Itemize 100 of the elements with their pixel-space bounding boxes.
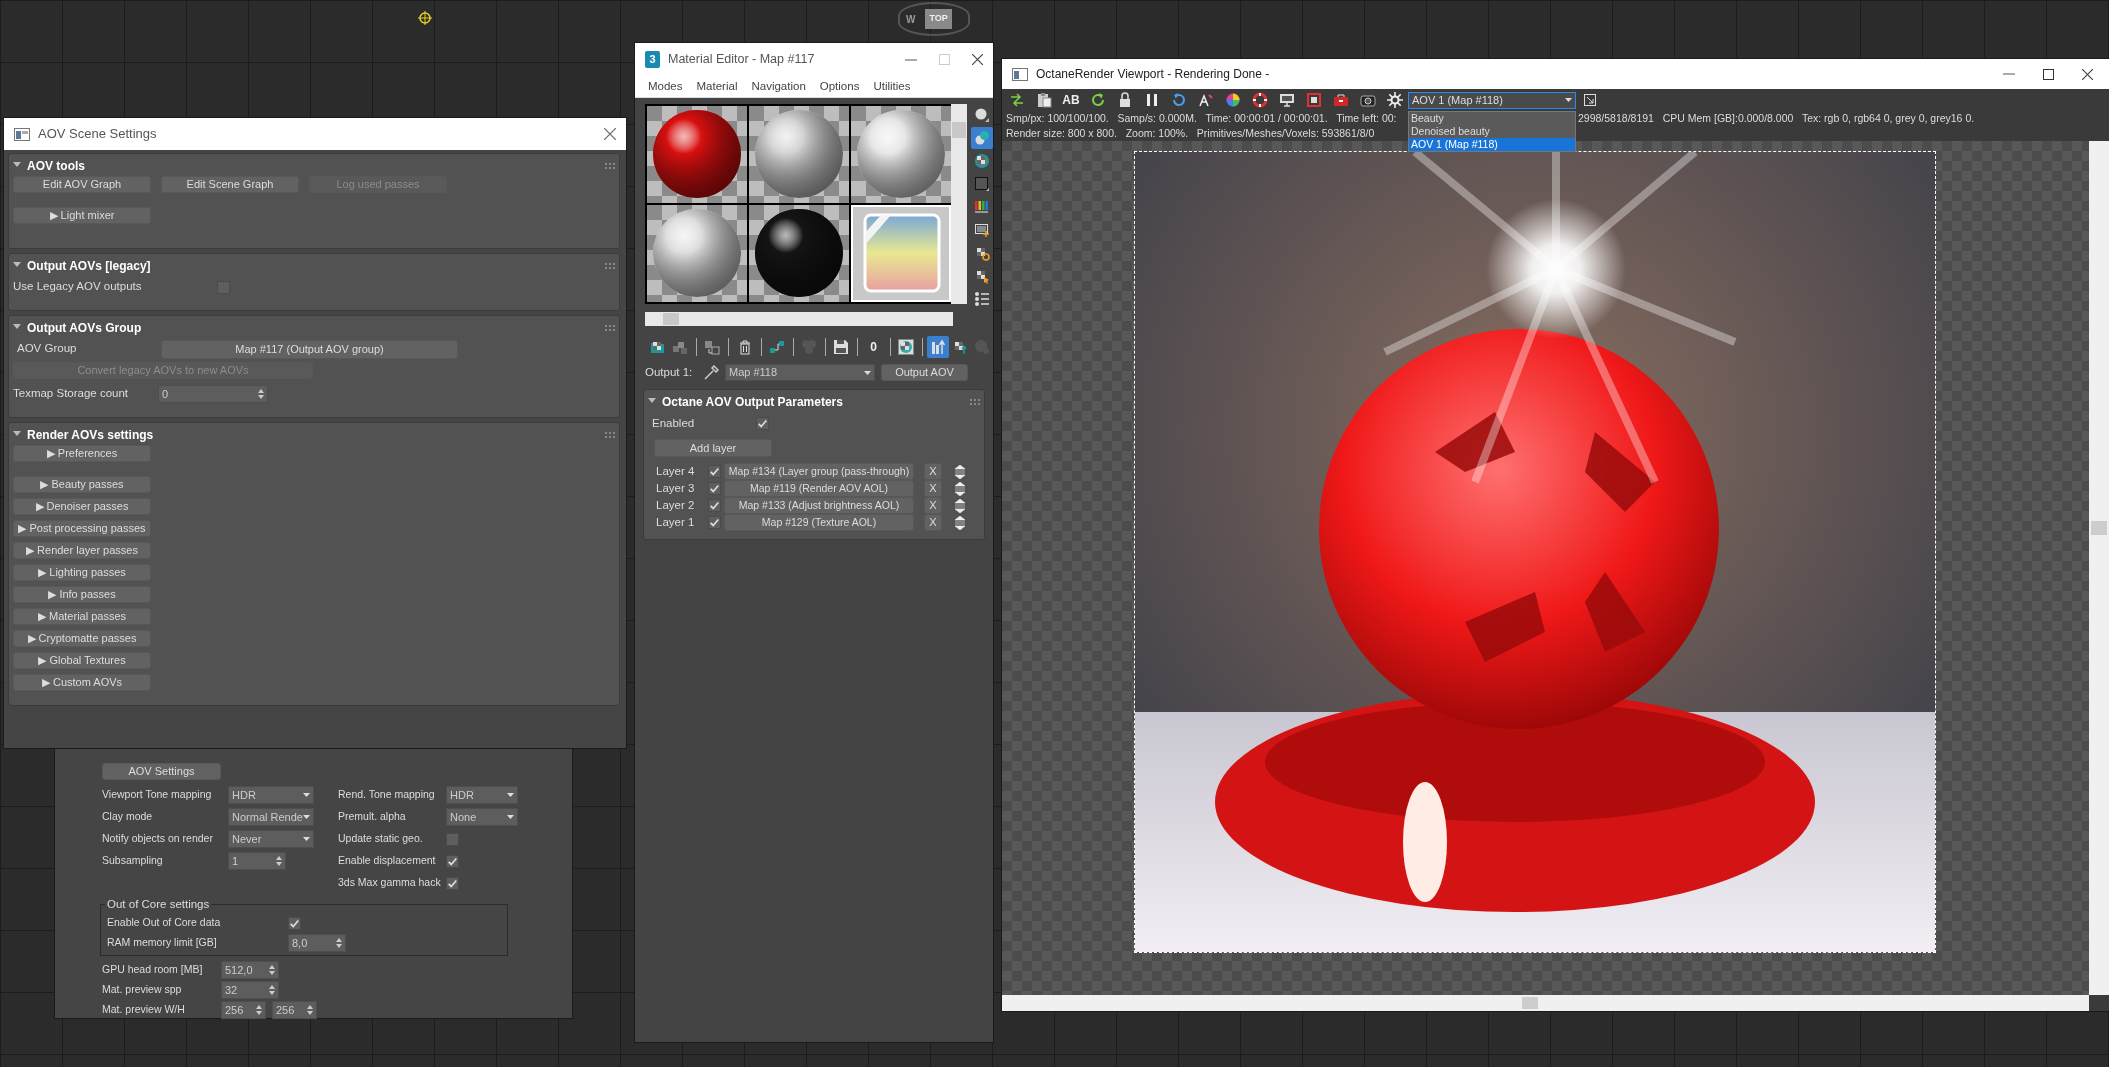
checkbox[interactable] xyxy=(708,482,721,496)
move-arrows-icon[interactable] xyxy=(955,481,965,496)
vertical-scrollbar[interactable] xyxy=(951,104,967,304)
layer-map-button[interactable]: Map #133 (Adjust brightness AOL) xyxy=(724,497,914,515)
layer-map-button[interactable]: Map #134 (Layer group (pass-through) xyxy=(724,463,914,481)
grip-icon[interactable] xyxy=(605,263,615,269)
grip-icon[interactable] xyxy=(605,432,615,438)
spinner-field[interactable]: 8,0 xyxy=(288,934,346,952)
close-icon[interactable] xyxy=(604,128,616,140)
grip-icon[interactable] xyxy=(970,399,980,406)
vertical-scrollbar[interactable] xyxy=(2089,141,2109,995)
button[interactable]: ▶ Render layer passes xyxy=(13,542,151,559)
resize-frame-icon[interactable] xyxy=(1584,94,1596,106)
remove-layer-button[interactable]: X xyxy=(924,497,942,515)
button[interactable]: ▶ Light mixer xyxy=(13,207,151,224)
toolbar-text-button[interactable]: 0 xyxy=(862,336,885,358)
move-arrows-icon[interactable] xyxy=(955,464,965,479)
spinner-field[interactable]: 0 xyxy=(158,385,268,403)
spinner-field[interactable]: 1 xyxy=(228,852,286,870)
maximize-icon[interactable] xyxy=(2043,68,2054,80)
button[interactable]: ▶ Lighting passes xyxy=(13,564,151,581)
menu-item[interactable]: Options xyxy=(812,77,867,96)
button[interactable]: ▶ Material passes xyxy=(13,608,151,625)
button[interactable]: ▶ Cryptomatte passes xyxy=(13,630,151,647)
spinner-field[interactable]: 256 xyxy=(272,1001,317,1019)
remove-layer-button[interactable]: X xyxy=(924,480,942,498)
material-slot[interactable] xyxy=(749,205,849,302)
material-slot[interactable] xyxy=(749,106,849,203)
button[interactable]: ▶ Custom AOVs xyxy=(13,674,151,691)
toolbar-text-button[interactable]: AB xyxy=(1060,89,1082,111)
checkbox[interactable] xyxy=(708,465,721,479)
material-slot[interactable] xyxy=(647,106,747,203)
spinner-arrows-icon[interactable] xyxy=(307,1005,313,1015)
checkbox[interactable] xyxy=(708,516,721,530)
aov-settings-button[interactable]: AOV Settings xyxy=(102,763,221,780)
rollout-title[interactable]: Octane AOV Output Parameters xyxy=(662,393,843,412)
rollout-title[interactable]: Output AOVs [legacy] xyxy=(27,257,151,275)
dropdown-option[interactable]: Beauty xyxy=(1409,112,1575,125)
checkbox[interactable] xyxy=(708,499,721,513)
dropdown[interactable]: None xyxy=(446,808,518,826)
rollout-title[interactable]: Render AOVs settings xyxy=(27,426,154,444)
rollout-title[interactable]: Output AOVs Group xyxy=(27,319,142,337)
button[interactable]: ▶ Global Textures xyxy=(13,652,151,669)
checkbox[interactable] xyxy=(756,416,769,430)
menu-item[interactable]: Navigation xyxy=(744,77,813,96)
checkbox[interactable] xyxy=(446,854,459,868)
spinner-field[interactable]: 256 xyxy=(221,1001,266,1019)
grip-icon[interactable] xyxy=(605,163,615,169)
move-arrows-icon[interactable] xyxy=(955,515,965,530)
spinner-arrows-icon[interactable] xyxy=(269,985,275,995)
dropdown-caret-icon xyxy=(1565,98,1572,102)
remove-layer-button[interactable]: X xyxy=(924,463,942,481)
button[interactable]: Edit Scene Graph xyxy=(161,176,299,193)
checkbox[interactable] xyxy=(446,832,459,846)
close-icon[interactable] xyxy=(972,54,983,65)
button[interactable]: ▶ Preferences xyxy=(13,445,151,462)
material-slot[interactable] xyxy=(647,205,747,302)
button[interactable]: ▶ Denoiser passes xyxy=(13,498,151,515)
dropdown-option[interactable]: Denoised beauty xyxy=(1409,125,1575,138)
menu-item[interactable]: Modes xyxy=(641,77,690,96)
remove-layer-button[interactable]: X xyxy=(924,514,942,532)
dropdown[interactable]: HDR xyxy=(446,786,518,804)
material-slot[interactable] xyxy=(851,106,951,203)
checkbox[interactable] xyxy=(446,876,459,890)
spinner-arrows-icon[interactable] xyxy=(258,389,264,399)
dropdown[interactable]: Never xyxy=(228,830,314,848)
horizontal-scrollbar[interactable] xyxy=(1002,995,2089,1011)
viewcube[interactable]: W TOP xyxy=(898,2,970,36)
aov-dropdown[interactable]: AOV 1 (Map #118) xyxy=(1408,91,1576,109)
button[interactable]: ▶ Info passes xyxy=(13,586,151,603)
menu-item[interactable]: Material xyxy=(689,77,745,96)
spinner-arrows-icon[interactable] xyxy=(336,938,342,948)
dropdown-option[interactable]: AOV 1 (Map #118) xyxy=(1409,138,1575,151)
spinner-field[interactable]: 512,0 xyxy=(221,961,279,979)
menu-item[interactable]: Utilities xyxy=(866,77,918,96)
eyedropper-icon[interactable] xyxy=(703,364,719,381)
move-arrows-icon[interactable] xyxy=(955,498,965,513)
spinner-field[interactable]: 32 xyxy=(221,981,279,999)
output-aov-button[interactable]: Output AOV xyxy=(881,364,968,382)
layer-map-button[interactable]: Map #119 (Render AOV AOL) xyxy=(724,480,914,498)
spinner-arrows-icon[interactable] xyxy=(276,856,282,866)
checkbox[interactable] xyxy=(288,916,301,930)
button[interactable]: ▶ Beauty passes xyxy=(13,476,151,493)
close-icon[interactable] xyxy=(2082,68,2093,80)
spinner-arrows-icon[interactable] xyxy=(256,1005,262,1015)
dropdown[interactable]: Map #118 xyxy=(725,364,875,382)
spinner-arrows-icon[interactable] xyxy=(269,965,275,975)
viewcube-face[interactable]: TOP xyxy=(925,9,952,29)
dropdown[interactable]: HDR xyxy=(228,786,314,804)
button[interactable]: Edit AOV Graph xyxy=(13,176,151,193)
rollout-title[interactable]: AOV tools xyxy=(27,157,85,175)
layer-map-button[interactable]: Map #129 (Texture AOL) xyxy=(724,514,914,532)
pivot-marker xyxy=(418,11,432,25)
grip-icon[interactable] xyxy=(605,325,615,331)
dropdown-caret-icon xyxy=(507,793,514,797)
map-picker-button[interactable]: Map #117 (Output AOV group) xyxy=(161,339,458,359)
button[interactable]: ▶ Post processing passes xyxy=(13,520,151,537)
dropdown[interactable]: Normal Rende xyxy=(228,808,314,826)
horizontal-scrollbar[interactable] xyxy=(645,312,953,326)
add-layer-button[interactable]: Add layer xyxy=(654,439,772,458)
